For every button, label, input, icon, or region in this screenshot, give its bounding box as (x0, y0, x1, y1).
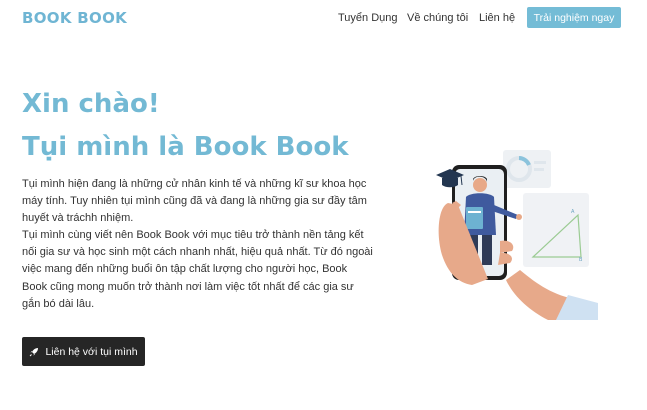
nav-link-recruitment[interactable]: Tuyển Dụng (338, 12, 398, 24)
brand-logo[interactable]: BOOK BOOK (22, 9, 127, 27)
chart-label-b: B (579, 257, 583, 263)
hero-paragraph-1: Tụi mình hiện đang là những cử nhân kinh… (22, 178, 367, 225)
hero-title: Tụi mình là Book Book (22, 132, 349, 162)
chart-label-a: A (571, 209, 575, 215)
rocket-icon (30, 347, 39, 356)
tutor-on-phone-illustration: A B (436, 150, 598, 320)
nav-link-about[interactable]: Về chúng tôi (407, 12, 468, 24)
contact-us-label: Liên hệ với tụi mình (45, 345, 138, 358)
nav-link-contact[interactable]: Liên hệ (479, 12, 515, 24)
hero-greeting: Xin chào! (22, 89, 160, 119)
try-now-button[interactable]: Trải nghiệm ngay (527, 7, 621, 28)
contact-us-button[interactable]: Liên hệ với tụi mình (22, 337, 145, 366)
hero-paragraph-2: Tụi mình cùng viết nên Book Book với mục… (22, 229, 373, 310)
